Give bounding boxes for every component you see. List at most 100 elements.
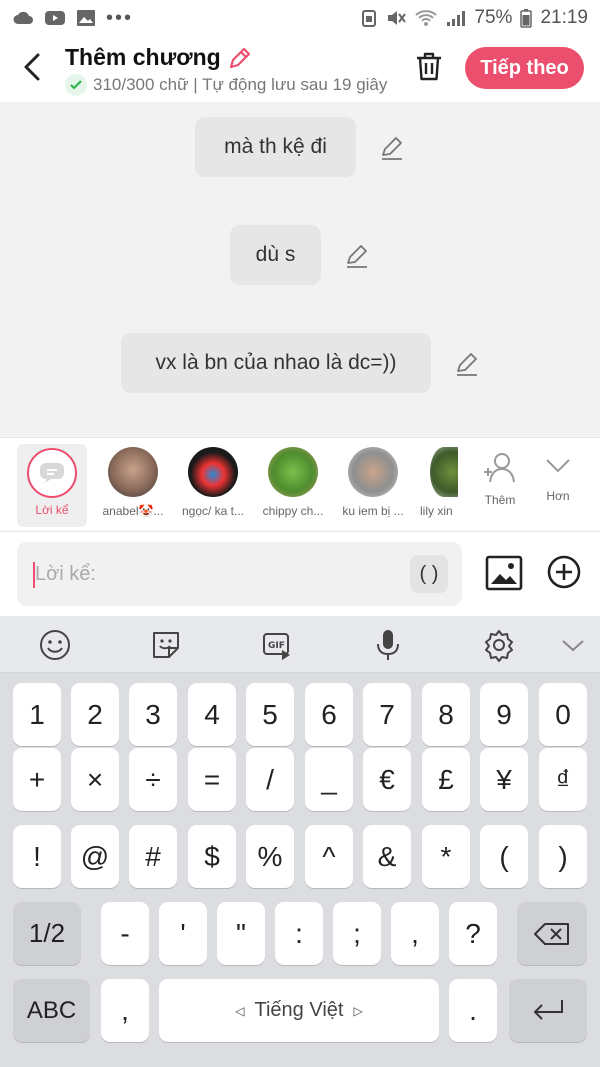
battery-icon <box>520 9 533 28</box>
svg-text:GIF: GIF <box>268 641 285 651</box>
character-item[interactable]: anabel🤡... <box>94 438 172 533</box>
status-bar: ••• 75% 21:19 <box>0 0 600 36</box>
character-item[interactable]: ngọc/ ka t... <box>174 438 252 533</box>
key[interactable]: 9 <box>480 683 528 746</box>
keyboard: 1 2 3 4 5 6 7 8 9 0 + × ÷ = / _ € £ ¥ ₫ … <box>0 673 600 1067</box>
key[interactable]: ( <box>480 825 528 888</box>
key[interactable]: 0 <box>539 683 587 746</box>
key[interactable]: 8 <box>422 683 470 746</box>
key[interactable]: ₫ <box>539 748 587 811</box>
message-input[interactable]: Lời kể: ( ) <box>17 542 462 606</box>
key[interactable]: ; <box>333 902 381 965</box>
key[interactable]: 7 <box>363 683 411 746</box>
abc-key[interactable]: ABC <box>13 979 90 1042</box>
gif-icon[interactable]: GIF <box>260 628 294 662</box>
back-arrow-icon[interactable] <box>18 50 48 84</box>
key[interactable]: , <box>391 902 439 965</box>
comma-key[interactable]: , <box>101 979 149 1042</box>
key[interactable]: € <box>363 748 411 811</box>
character-item[interactable]: chippy ch... <box>254 438 332 533</box>
key[interactable]: _ <box>305 748 353 811</box>
arrow-left-icon: ◁ <box>235 1003 245 1018</box>
clock: 21:19 <box>540 7 588 28</box>
key[interactable]: 4 <box>188 683 236 746</box>
gallery-icon <box>77 10 95 26</box>
key[interactable]: / <box>246 748 294 811</box>
edit-message-icon[interactable] <box>379 135 405 161</box>
space-key[interactable]: ◁ Tiếng Việt ▷ <box>159 979 439 1042</box>
character-name: chippy ch... <box>262 504 324 518</box>
keyboard-collapse-icon[interactable] <box>556 628 590 662</box>
key[interactable]: + <box>13 748 61 811</box>
app-header: Thêm chương 310/300 chữ | Tự động lưu sa… <box>0 36 600 102</box>
key[interactable]: × <box>71 748 119 811</box>
backspace-key[interactable] <box>517 902 587 965</box>
settings-gear-icon[interactable] <box>482 628 516 662</box>
period-key[interactable]: . <box>449 979 497 1042</box>
parenthesis-button[interactable]: ( ) <box>410 555 448 593</box>
fraction-toggle-key[interactable]: 1/2 <box>13 902 81 965</box>
edit-title-icon[interactable] <box>227 45 253 71</box>
mute-icon <box>388 11 407 25</box>
key[interactable]: # <box>129 825 177 888</box>
add-plus-icon[interactable] <box>546 554 582 590</box>
page-title: Thêm chương <box>65 44 253 71</box>
character-name: anabel🤡... <box>102 504 164 518</box>
composer: Lời kể: ( ) <box>0 532 600 616</box>
next-button[interactable]: Tiếp theo <box>465 47 584 89</box>
key[interactable]: $ <box>188 825 236 888</box>
message-bubble[interactable]: vx là bn của nhao là dc=)) <box>121 333 431 393</box>
key[interactable]: ! <box>13 825 61 888</box>
character-item[interactable]: lily xin <box>414 438 458 533</box>
arrow-right-icon: ▷ <box>353 1003 363 1018</box>
key[interactable]: " <box>217 902 265 965</box>
autosave-status: 310/300 chữ | Tự động lưu sau 19 giây <box>65 74 395 96</box>
backspace-icon <box>534 922 569 945</box>
key[interactable]: % <box>246 825 294 888</box>
space-key-label: Tiếng Việt <box>254 999 344 1021</box>
key[interactable]: 2 <box>71 683 119 746</box>
enter-icon <box>534 999 563 1020</box>
message-bubble[interactable]: mà th kệ đi <box>195 117 356 177</box>
key[interactable]: - <box>101 902 149 965</box>
key[interactable]: ? <box>449 902 497 965</box>
key[interactable]: £ <box>422 748 470 811</box>
enter-key[interactable] <box>509 979 587 1042</box>
character-name: ku iem bị ... <box>342 504 404 518</box>
battery-percent: 75% <box>474 7 513 28</box>
character-name: lily xin <box>420 504 453 518</box>
youtube-icon <box>45 11 65 25</box>
more-characters-button[interactable]: Hơn <box>520 438 596 533</box>
key[interactable]: * <box>422 825 470 888</box>
key[interactable]: ^ <box>305 825 353 888</box>
key[interactable]: ' <box>159 902 207 965</box>
character-selector: Lời kể anabel🤡... ngọc/ ka t... chippy c… <box>0 437 600 532</box>
key[interactable]: & <box>363 825 411 888</box>
more-label: Hơn <box>546 489 570 503</box>
key[interactable]: 5 <box>246 683 294 746</box>
key[interactable]: ¥ <box>480 748 528 811</box>
edit-message-icon[interactable] <box>454 351 480 377</box>
emoji-icon[interactable] <box>38 628 72 662</box>
key[interactable]: 1 <box>13 683 61 746</box>
microphone-icon[interactable] <box>371 628 405 662</box>
character-narrator[interactable]: Lời kể <box>17 444 87 527</box>
image-icon[interactable] <box>485 554 523 592</box>
message-text: vx là bn của nhao là dc=)) <box>155 351 397 374</box>
trash-icon[interactable] <box>413 50 445 84</box>
sticker-icon[interactable] <box>149 628 183 662</box>
key[interactable]: 3 <box>129 683 177 746</box>
avatar <box>348 447 398 497</box>
character-item[interactable]: ku iem bị ... <box>334 438 412 533</box>
key[interactable]: ÷ <box>129 748 177 811</box>
key[interactable]: : <box>275 902 323 965</box>
edit-message-icon[interactable] <box>344 243 370 269</box>
key[interactable]: = <box>188 748 236 811</box>
keyboard-toolbar: GIF <box>0 616 600 673</box>
signal-icon <box>447 11 466 26</box>
message-bubble[interactable]: dù s <box>230 225 321 285</box>
key[interactable]: ) <box>539 825 587 888</box>
key[interactable]: @ <box>71 825 119 888</box>
message-input-placeholder: Lời kể: <box>35 563 96 585</box>
key[interactable]: 6 <box>305 683 353 746</box>
